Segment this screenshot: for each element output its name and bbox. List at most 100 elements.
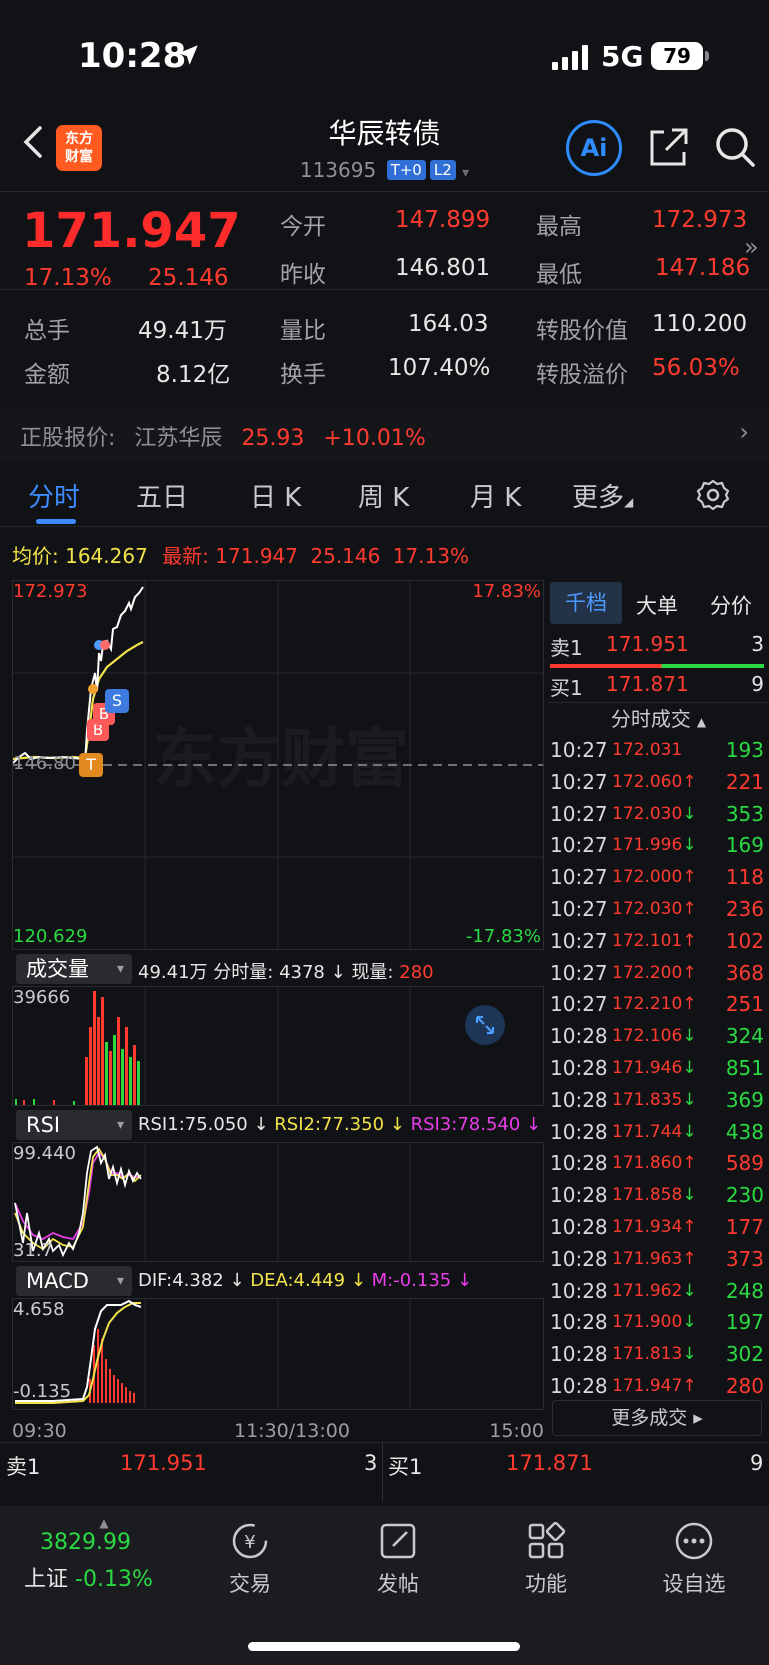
volume-label: 总手	[24, 318, 70, 344]
time-end: 15:00	[489, 1420, 544, 1442]
rsi-indicator-select[interactable]: RSI	[16, 1110, 132, 1140]
ai-button[interactable]: Ai	[566, 120, 622, 176]
trade-volume: 177	[725, 1215, 764, 1239]
rsi1-value: RSI1:75.050 ↓	[138, 1114, 269, 1135]
trade-volume: 369	[725, 1087, 764, 1112]
tab-price-distribution[interactable]: 分价	[710, 590, 752, 620]
network-type: 5G	[601, 40, 644, 73]
trade-price: 171.858↓	[612, 1185, 697, 1206]
index-pct: -0.13%	[75, 1567, 153, 1592]
edit-icon	[380, 1523, 416, 1559]
gear-icon[interactable]	[696, 478, 730, 512]
trade-time: 10:28	[550, 1246, 608, 1271]
trade-volume: 169	[725, 833, 764, 858]
price-line	[13, 586, 144, 767]
bid-label: 买1	[550, 676, 583, 700]
tab-month-k[interactable]: 月 K	[470, 477, 521, 514]
prev-close-value: 146.801	[395, 255, 491, 281]
trade-volume: 302	[725, 1342, 764, 1367]
bottom-bid-label: 买1	[388, 1455, 423, 1479]
open-value: 147.899	[395, 207, 491, 233]
search-icon[interactable]	[712, 124, 758, 170]
bottom-order-book: 卖1 171.951 3 买1 171.871 9	[0, 1442, 769, 1501]
bid-row: 买1 171.871 9	[550, 666, 764, 702]
expand-icon[interactable]	[465, 1005, 505, 1045]
nav-functions[interactable]: 功能	[496, 1520, 596, 1598]
trade-volume: 251	[725, 992, 764, 1017]
volume-indicator-select[interactable]: 成交量	[16, 954, 132, 984]
trade-volume: 589	[725, 1151, 764, 1176]
bottom-nav: ▲ 3829.99 上证 -0.13% ¥ 交易 发帖 功能 设自选	[0, 1506, 769, 1665]
trade-price: 171.934↑	[612, 1217, 697, 1237]
trade-volume: 236	[725, 897, 764, 921]
tab-large-orders[interactable]: 大单	[636, 590, 678, 620]
trade-volume: 373	[725, 1246, 764, 1271]
tab-depth[interactable]: 千档	[550, 582, 622, 624]
underlying-stock-row[interactable]: 正股报价: 江苏华辰 25.93 +10.01% ›	[0, 408, 769, 462]
volume-ymax: 39666	[13, 987, 71, 1008]
rsi-panel: RSI RSI1:75.050 ↓ RSI2:77.350 ↓ RSI3:78.…	[12, 1108, 544, 1263]
volume-bars	[15, 987, 411, 1105]
tab-five-day[interactable]: 五日	[136, 477, 188, 514]
trade-volume: 280	[725, 1374, 764, 1398]
nav-add-watchlist[interactable]: 设自选	[644, 1520, 744, 1598]
low-label: 最低	[536, 262, 582, 288]
macd-values: DIF:4.382 ↓ DEA:4.449 ↓ M:-0.135 ↓	[138, 1270, 472, 1291]
quote-panel[interactable]: 171.947 17.13% 25.146 今开 147.899 最高 172.…	[0, 193, 769, 408]
macd-indicator-select[interactable]: MACD	[16, 1266, 132, 1296]
sell-marker[interactable]: S	[105, 689, 129, 713]
trade-row: 10:28 171.946↓ 851	[550, 1054, 764, 1086]
trade-time: 10:28	[550, 1056, 608, 1080]
underlying-pct: +10.01%	[323, 426, 426, 451]
nav-trade[interactable]: ¥ 交易	[200, 1520, 300, 1598]
rsi-ymin: 31.7	[13, 1240, 54, 1261]
trade-volume: 368	[725, 960, 764, 985]
volume-total: 49.41万	[138, 962, 208, 983]
conversion-premium-label: 转股溢价	[536, 362, 628, 388]
bottom-bid-qty: 9	[750, 1451, 764, 1475]
active-tab-indicator	[36, 519, 76, 524]
trade-row: 10:28 171.962↓ 248	[550, 1277, 764, 1309]
tab-day-k[interactable]: 日 K	[250, 477, 301, 514]
clock: 10:28	[78, 36, 187, 76]
trade-row: 10:27 172.200↑ 368	[550, 959, 764, 991]
rsi3-value: RSI3:78.540 ↓	[410, 1114, 542, 1135]
time-axis: 09:30 11:30/13:00 15:00	[12, 1418, 544, 1444]
bottom-ask-qty: 3	[364, 1451, 378, 1475]
intraday-price-chart[interactable]: 东方财富 172.973 17.83% 120.629 -17.83% 146.…	[12, 580, 544, 950]
trade-time: 10:28	[550, 1183, 608, 1208]
trade-volume: 248	[725, 1278, 764, 1303]
trades-title[interactable]: 分时成交 ▲	[548, 702, 769, 734]
more-trades-button[interactable]: 更多成交 ▸	[552, 1400, 762, 1436]
tab-more[interactable]: 更多◢	[572, 477, 633, 514]
nav-add-watchlist-label: 设自选	[662, 1572, 726, 1596]
time-mid: 11:30/13:00	[234, 1420, 350, 1442]
trade-price: 171.860↑	[612, 1153, 697, 1174]
trade-time: 10:27	[550, 738, 608, 762]
trade-price: 171.813↓	[612, 1344, 697, 1365]
macd-ymax: 4.658	[13, 1299, 65, 1320]
chevron-double-right-icon[interactable]: »	[744, 233, 759, 261]
home-indicator[interactable]	[248, 1642, 520, 1651]
trade-row: 10:27 172.030↑ 236	[550, 895, 764, 927]
pct-max-label: 17.83%	[472, 581, 541, 602]
l2-tag: L2	[429, 160, 456, 180]
nav-post[interactable]: 发帖	[348, 1520, 448, 1598]
chart-tabs: 分时 五日 日 K 周 K 月 K 更多◢	[0, 463, 769, 527]
tab-intraday[interactable]: 分时	[28, 477, 80, 514]
bid-qty: 9	[751, 672, 764, 696]
trade-time: 10:28	[550, 1024, 608, 1049]
t-marker[interactable]: T	[79, 753, 103, 777]
tab-week-k[interactable]: 周 K	[358, 477, 409, 514]
trade-row: 10:27 172.000↑ 118	[550, 863, 764, 895]
trade-time: 10:28	[550, 1087, 608, 1112]
index-ticker[interactable]: ▲ 3829.99 上证 -0.13%	[24, 1516, 184, 1593]
trade-row: 10:27 172.031 193	[550, 736, 764, 768]
trade-row: 10:28 171.963↑ 373	[550, 1245, 764, 1277]
change-amount: 25.146	[148, 265, 229, 291]
turnover-value: 107.40%	[388, 355, 491, 381]
battery-icon: 79	[651, 42, 709, 70]
ask-price: 171.951	[606, 632, 689, 656]
dropdown-icon[interactable]: ▾	[462, 165, 469, 181]
share-icon[interactable]	[648, 126, 690, 168]
